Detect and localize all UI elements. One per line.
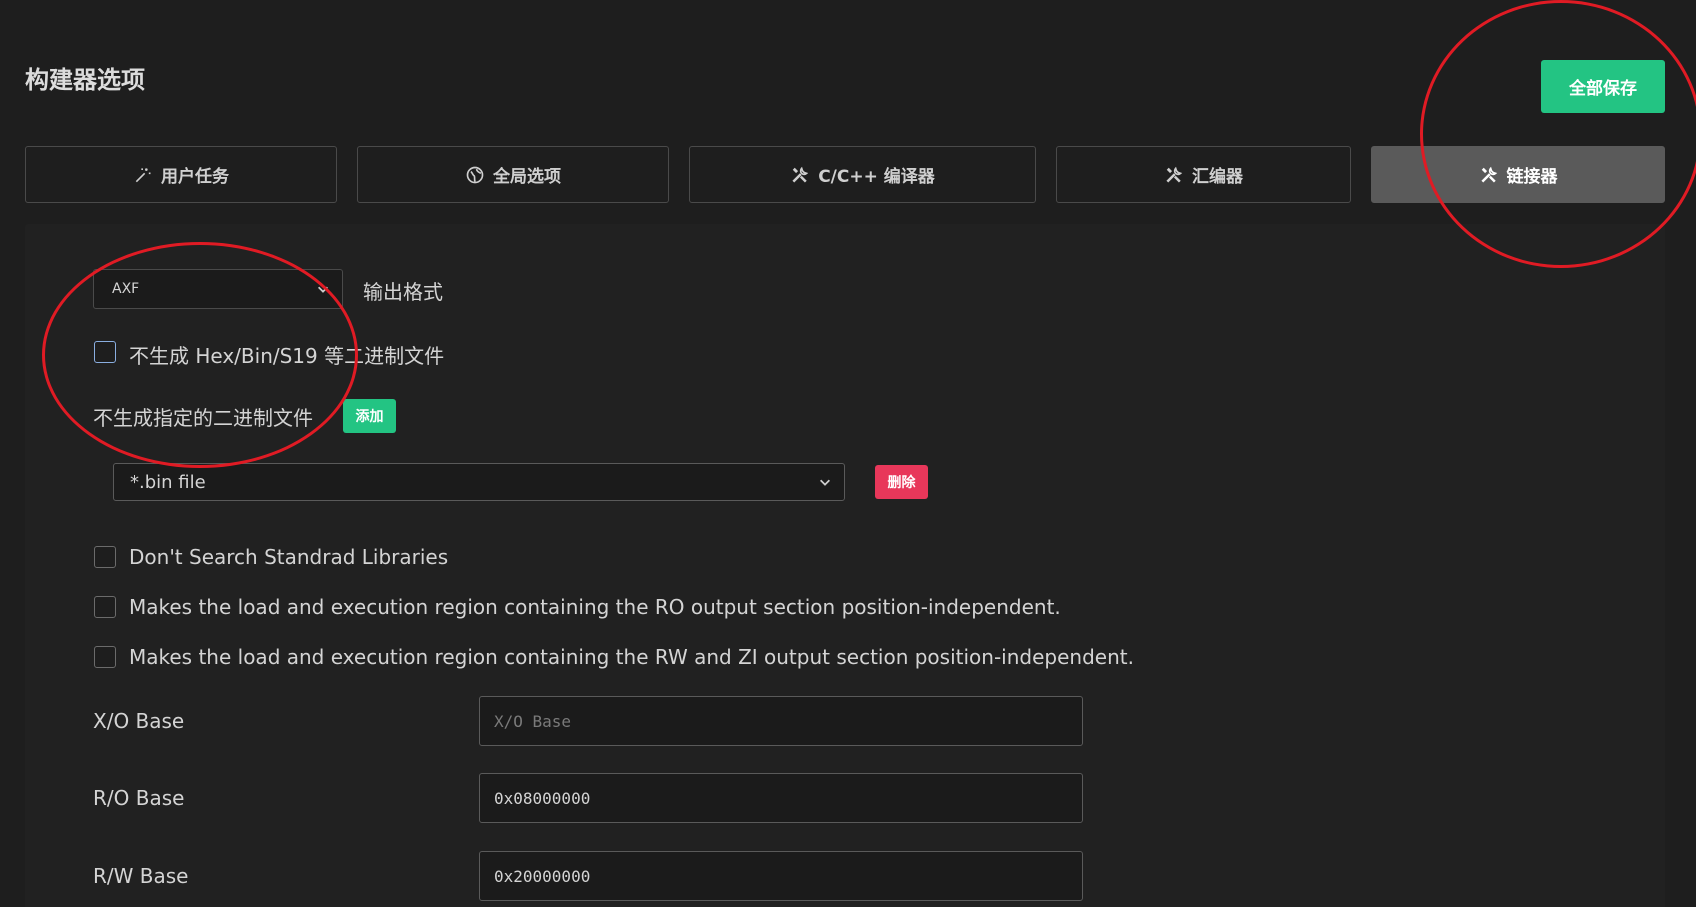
ro-pi-label: Makes the load and execution region cont…: [129, 595, 1061, 619]
no-std-lib-label: Don't Search Standrad Libraries: [129, 545, 449, 569]
ro-base-label: R/O Base: [93, 786, 185, 810]
tools-icon: [1480, 166, 1497, 183]
binary-file-select[interactable]: *.bin file: [113, 463, 845, 501]
tab-label: 链接器: [1506, 167, 1558, 187]
globe-icon: [466, 166, 484, 183]
tab-label: 用户任务: [161, 167, 229, 187]
tools-icon: [792, 166, 809, 183]
exclude-binary-label: 不生成指定的二进制文件: [93, 406, 313, 430]
tab-label: C/C++ 编译器: [818, 167, 935, 187]
xo-base-label: X/O Base: [93, 709, 185, 733]
no-std-lib-checkbox[interactable]: [94, 546, 116, 568]
binary-file-value: *.bin file: [130, 471, 206, 493]
no-binary-label: 不生成 Hex/Bin/S19 等二进制文件: [129, 344, 445, 368]
rw-pi-label: Makes the load and execution region cont…: [129, 645, 1134, 669]
xo-base-input[interactable]: [479, 696, 1083, 746]
tab-assembler[interactable]: 汇编器: [1056, 146, 1351, 203]
rw-pi-checkbox[interactable]: [94, 646, 116, 668]
tab-label: 汇编器: [1192, 167, 1243, 187]
wand-icon: [135, 167, 151, 182]
output-format-select[interactable]: AXF: [93, 269, 343, 309]
output-format-label: 输出格式: [363, 280, 443, 304]
page-title: 构建器选项: [25, 66, 145, 94]
tab-global-options[interactable]: 全局选项: [357, 146, 669, 203]
tab-cpp-compiler[interactable]: C/C++ 编译器: [689, 146, 1036, 203]
ro-base-input[interactable]: [479, 773, 1083, 823]
delete-button[interactable]: 删除: [875, 465, 928, 499]
rw-base-label: R/W Base: [93, 864, 189, 888]
chevron-down-icon: [318, 286, 328, 293]
chevron-down-icon: [820, 479, 830, 486]
tab-label: 全局选项: [493, 167, 561, 187]
builder-options-page: 构建器选项 全部保存 用户任务 全局选项 C/C++ 编译器 汇编器 链接器 A…: [0, 0, 1696, 907]
add-button[interactable]: 添加: [343, 399, 396, 433]
tab-user-tasks[interactable]: 用户任务: [25, 146, 337, 203]
tools-icon: [1166, 166, 1183, 183]
tab-linker[interactable]: 链接器: [1371, 146, 1665, 203]
ro-pi-checkbox[interactable]: [94, 596, 116, 618]
rw-base-input[interactable]: [479, 851, 1083, 901]
save-all-button[interactable]: 全部保存: [1541, 60, 1665, 113]
output-format-value: AXF: [112, 281, 140, 297]
no-binary-checkbox[interactable]: [94, 341, 116, 363]
